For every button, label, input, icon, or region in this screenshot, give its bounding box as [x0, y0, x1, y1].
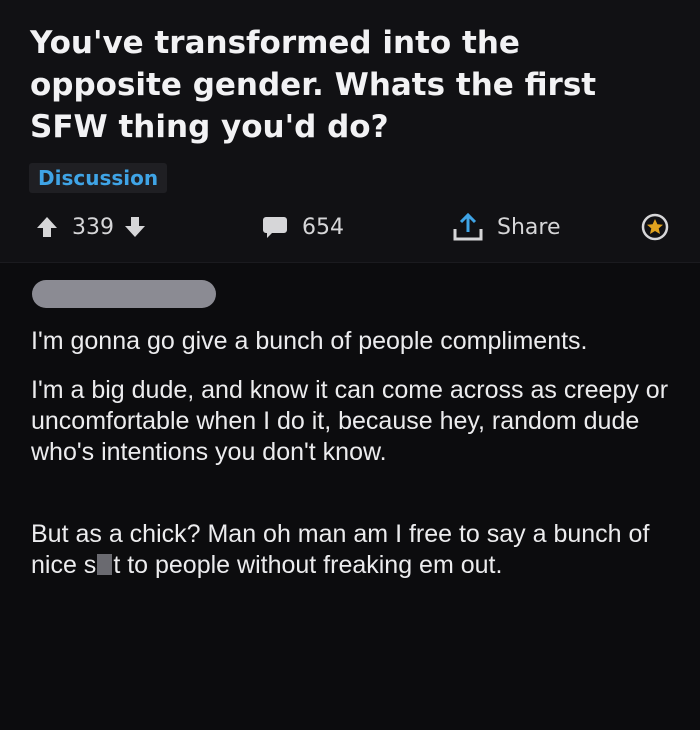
award-icon	[640, 212, 670, 242]
comment-text: t to people without freaking em out.	[113, 551, 503, 579]
award-button[interactable]	[640, 205, 670, 249]
arrow-down-icon[interactable]	[124, 216, 146, 238]
censor-block	[97, 554, 113, 575]
share-upload-icon	[451, 212, 485, 242]
comment-paragraph: I'm gonna go give a bunch of people comp…	[31, 327, 588, 355]
speech-bubble-icon	[262, 215, 288, 239]
post-flair[interactable]: Discussion	[29, 163, 168, 193]
comment-count: 654	[302, 214, 344, 240]
vote-group: 339	[36, 205, 146, 249]
section-divider	[0, 262, 700, 263]
share-label: Share	[497, 214, 561, 240]
share-button[interactable]: Share	[451, 205, 561, 249]
post-action-bar: 339 654 Share	[0, 205, 700, 249]
redacted-username	[32, 280, 216, 308]
arrow-up-icon[interactable]	[36, 216, 58, 238]
comment-body: I'm gonna go give a bunch of people comp…	[31, 326, 671, 581]
comment-paragraph: But as a chick? Man oh man am I free to …	[31, 519, 671, 581]
upvote-count: 339	[72, 214, 114, 240]
comment-paragraph: I'm a big dude, and know it can come acr…	[31, 376, 669, 466]
comments-button[interactable]: 654	[262, 205, 344, 249]
post-title[interactable]: You've transformed into the opposite gen…	[30, 22, 670, 148]
post-card: You've transformed into the opposite gen…	[0, 0, 700, 262]
